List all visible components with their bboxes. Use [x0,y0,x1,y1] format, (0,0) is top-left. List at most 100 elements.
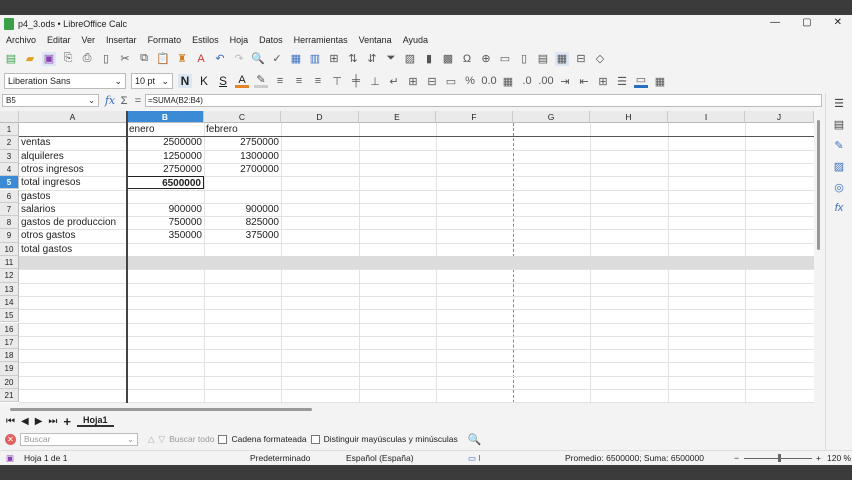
row-header[interactable]: 9 [0,229,19,243]
copy-icon[interactable]: ⧉ [137,52,151,66]
image-icon[interactable]: ▨ [403,52,417,66]
cell-B19[interactable] [127,362,204,375]
cell-A12[interactable] [19,269,127,282]
cell-A15[interactable] [19,309,127,322]
bold-button[interactable]: N [178,74,192,88]
underline-button[interactable]: S [216,74,230,88]
cut-icon[interactable]: ✂ [118,52,132,66]
row-header[interactable]: 14 [0,295,19,310]
spellcheck-icon[interactable]: ✓ [270,52,284,66]
next-sheet-icon[interactable]: ▶ [35,416,43,427]
horizontal-scrollbar[interactable] [10,408,312,411]
unmerge-cells-icon[interactable]: ⊟ [425,74,439,88]
document-modified-icon[interactable]: ▣ [6,453,14,464]
italic-button[interactable]: K [197,74,211,88]
cell-A8[interactable]: gastos de produccion [19,216,127,229]
print-icon[interactable]: ⎙ [80,52,94,66]
cell-B11[interactable] [127,256,204,269]
find-next-icon[interactable]: ▽ [159,434,166,445]
undo-icon[interactable]: ↶ [213,52,227,66]
menu-editar[interactable]: Editar [47,35,71,45]
zoom-in-icon[interactable]: + [816,453,821,463]
cell-A17[interactable] [19,336,127,349]
find-all-button[interactable]: Buscar todo [169,434,214,444]
cell-C7[interactable]: 900000 [204,203,281,216]
row-header[interactable]: 17 [0,335,19,350]
close-find-icon[interactable]: ✕ [5,433,16,445]
zoom-out-icon[interactable]: − [734,453,739,463]
cell-B21[interactable] [127,389,204,402]
cell-B16[interactable] [127,323,204,336]
cell-C8[interactable]: 825000 [204,216,281,229]
zoom-slider-handle[interactable] [778,454,781,462]
row-header[interactable]: 20 [0,375,19,389]
increase-indent-icon[interactable]: ⇥ [558,74,572,88]
cell-A3[interactable]: alquileres [19,150,127,163]
find-replace-icon[interactable]: 🔍 [468,433,482,446]
formula-icon[interactable]: = [131,94,145,108]
align-center-icon[interactable]: ≡ [292,74,306,88]
cell-A20[interactable] [19,376,127,389]
border-style-icon[interactable]: ☰ [615,74,629,88]
font-color-icon[interactable]: A [235,74,249,88]
cell-B17[interactable] [127,336,204,349]
conditional-format-icon[interactable]: ▦ [653,74,667,88]
align-bottom-icon[interactable]: ⊥ [368,74,382,88]
cell-B5[interactable]: 6500000 [127,176,204,190]
cell-A6[interactable]: gastos [19,190,127,203]
column-header-J[interactable]: J [745,111,814,123]
cell-A7[interactable]: salarios [19,203,127,216]
autofilter-icon[interactable]: ⊞ [327,52,341,66]
font-size-select[interactable]: 10 pt ⌄ [131,73,173,89]
split-window-icon[interactable]: ⊟ [574,52,588,66]
menu-ayuda[interactable]: Ayuda [403,35,428,45]
number-format-icon[interactable]: 0.0 [481,74,496,88]
close-button[interactable]: ✕ [834,17,842,28]
borders-icon[interactable]: ⊞ [596,74,610,88]
cell-A9[interactable]: otros gastos [19,229,127,242]
column-icon[interactable]: ▥ [308,52,322,66]
cell-A5[interactable]: total ingresos [19,176,127,189]
menu-ver[interactable]: Ver [82,35,96,45]
cell-C4[interactable]: 2700000 [204,163,281,176]
column-header-C[interactable]: C [204,111,281,123]
cell-B9[interactable]: 350000 [127,229,204,242]
row-header[interactable]: 21 [0,389,19,403]
cell-C6[interactable] [204,190,281,203]
paste-icon[interactable]: 📋 [156,52,170,66]
properties-icon[interactable]: ▤ [834,118,844,131]
cell-B3[interactable]: 1250000 [127,150,204,163]
sheet-tab-hoja1[interactable]: Hoja1 [77,415,114,427]
row-header[interactable]: 4 [0,162,19,177]
row-header[interactable]: 6 [0,189,19,203]
find-previous-icon[interactable]: △ [148,434,155,445]
merge-cells-icon[interactable]: ⊞ [406,74,420,88]
cell-C3[interactable]: 1300000 [204,150,281,163]
cell-B2[interactable]: 2500000 [127,136,204,149]
cell-A13[interactable] [19,283,127,296]
print-preview-icon[interactable]: ▯ [99,52,113,66]
sort-ascending-icon[interactable]: ⇅ [346,52,360,66]
row-header[interactable]: 19 [0,362,19,376]
column-header-E[interactable]: E [359,111,436,123]
menu-ventana[interactable]: Ventana [359,35,392,45]
align-top-icon[interactable]: ⊤ [330,74,344,88]
chart-icon[interactable]: ▮ [422,52,436,66]
navigator-icon[interactable]: ◎ [834,181,844,194]
functions-icon[interactable]: fx [835,202,844,214]
cell-B12[interactable] [127,269,204,282]
last-sheet-icon[interactable]: ⏭ [48,416,57,427]
pivot-table-icon[interactable]: ▩ [441,52,455,66]
row-header[interactable]: 8 [0,216,19,230]
find-input[interactable]: Buscar ⌄ [20,432,138,446]
row-header[interactable]: 1 [0,123,19,137]
cell-C21[interactable] [204,389,281,402]
cell-C5[interactable] [204,176,281,189]
redo-icon[interactable]: ↷ [232,52,246,66]
menu-icon[interactable]: ☰ [834,97,844,110]
export-pdf-icon[interactable]: ⎘ [61,52,75,66]
wrap-text-icon[interactable]: ↵ [387,74,401,88]
menu-hoja[interactable]: Hoja [230,35,249,45]
decrease-indent-icon[interactable]: ⇤ [577,74,591,88]
row-header[interactable]: 18 [0,349,19,363]
